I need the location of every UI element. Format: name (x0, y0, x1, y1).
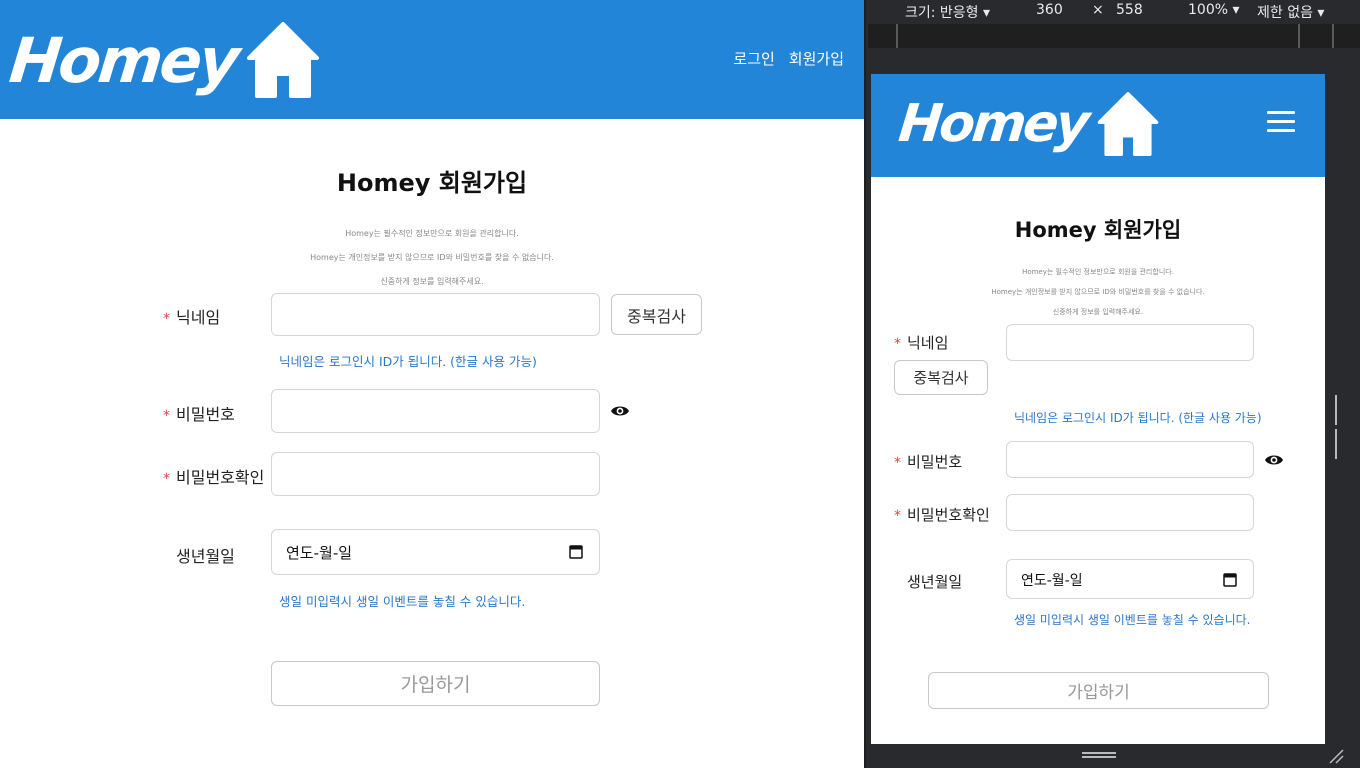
mobile-password-confirm-input[interactable] (1006, 494, 1254, 531)
password-confirm-input[interactable] (271, 452, 600, 496)
birthday-value: 연도-월-일 (286, 544, 353, 562)
mobile-signup-submit-button[interactable]: 가입하기 (928, 672, 1269, 709)
nickname-label-text: 닉네임 (907, 334, 949, 352)
media-query-ruler[interactable] (868, 24, 1360, 48)
birthday-value: 연도-월-일 (1021, 573, 1083, 589)
calendar-icon[interactable] (569, 544, 583, 559)
notice-line: 신중하게 정보를 입력해주세요. (380, 277, 484, 286)
mobile-birthday-hint: 생일 미입력시 생일 이벤트를 놓칠 수 있습니다. (1014, 613, 1251, 627)
dimensions-label: 크기: 반응형 (905, 5, 979, 21)
mobile-nickname-hint: 닉네임은 로그인시 ID가 됩니다. (한글 사용 가능) (1014, 411, 1262, 425)
notice-line: 신중하게 정보를 입력해주세요. (1052, 308, 1144, 316)
ruler-tick (1332, 24, 1334, 48)
notice-line: Homey는 개인정보를 받지 않으므로 ID와 비밀번호를 찾을 수 없습니다… (310, 253, 554, 262)
hamburger-menu-icon[interactable] (1267, 111, 1295, 138)
notice-text: Homey는 필수적인 정보만으로 회원을 관리합니다. Homey는 개인정보… (0, 222, 864, 294)
mobile-nickname-label: * 닉네임 (894, 332, 948, 353)
throttle-value: 제한 없음 (1257, 5, 1313, 21)
nickname-label: * 닉네임 (163, 304, 220, 328)
birthday-hint: 생일 미입력시 생일 이벤트를 놓칠 수 있습니다. (279, 594, 526, 609)
bottom-resize-handle[interactable] (1082, 752, 1116, 760)
house-icon (1097, 92, 1158, 156)
password-input[interactable] (271, 389, 600, 433)
mobile-birthday-label: 생년월일 (907, 573, 963, 591)
logo-text: Homey (6, 23, 241, 97)
notice-line: Homey는 개인정보를 받지 않으므로 ID와 비밀번호를 찾을 수 없습니다… (991, 288, 1205, 296)
nav-signup-link[interactable]: 회원가입 (789, 48, 844, 69)
ruler-tick (896, 24, 898, 48)
right-resize-handle[interactable] (1335, 395, 1341, 459)
top-nav: 로그인 회원가입 (733, 48, 844, 69)
mobile-logo[interactable]: Homey (895, 92, 1159, 156)
mobile-viewport: Homey Homey 회원가입 Homey는 필수적인 정보만으로 회원을 관… (871, 74, 1325, 744)
zoom-dropdown[interactable]: 100% ▾ (1188, 2, 1240, 18)
nickname-label-text: 닉네임 (176, 308, 221, 327)
device-toolbar: 크기: 반응형 ▾ 360 × 558 100% ▾ 제한 없음 ▾ (868, 0, 1360, 24)
password-confirm-label: * 비밀번호확인 (163, 464, 264, 488)
password-confirm-label-text: 비밀번호확인 (176, 468, 265, 487)
screen: Homey 로그인 회원가입 Homey 회원가입 Homey는 필수적인 정보… (0, 0, 1360, 768)
ruler-tick (1298, 24, 1300, 48)
dimensions-dropdown[interactable]: 크기: 반응형 ▾ (905, 2, 990, 22)
password-label-text: 비밀번호 (907, 453, 963, 471)
required-mark: * (894, 455, 901, 471)
house-icon (246, 22, 319, 98)
nickname-input[interactable] (271, 293, 600, 336)
mobile-password-input[interactable] (1006, 441, 1254, 478)
page-title: Homey 회원가입 (336, 169, 528, 197)
birthday-input[interactable]: 연도-월-일 (271, 529, 600, 575)
site-header: Homey 로그인 회원가입 (0, 0, 864, 119)
duplicate-check-button[interactable]: 중복검사 (611, 294, 702, 335)
required-mark: * (163, 408, 170, 424)
notice-line: Homey는 필수적인 정보만으로 회원을 관리합니다. (1022, 268, 1174, 276)
signup-submit-button[interactable]: 가입하기 (271, 661, 600, 706)
height-input[interactable]: 558 (1116, 2, 1143, 18)
mobile-password-label: * 비밀번호 (894, 451, 962, 472)
eye-icon[interactable] (1264, 452, 1284, 468)
mobile-nickname-input[interactable] (1006, 324, 1254, 361)
required-mark: * (163, 471, 170, 487)
mobile-page-title: Homey 회원가입 (1014, 218, 1182, 242)
desktop-viewport: Homey 로그인 회원가입 Homey 회원가입 Homey는 필수적인 정보… (0, 0, 866, 768)
times-symbol: × (1092, 2, 1104, 18)
birthday-label: 생년월일 (176, 547, 235, 566)
width-input[interactable]: 360 (1036, 2, 1063, 18)
nickname-hint: 닉네임은 로그인시 ID가 됩니다. (한글 사용 가능) (279, 354, 537, 369)
required-mark: * (894, 336, 901, 352)
required-mark: * (163, 311, 170, 327)
notice-line: Homey는 필수적인 정보만으로 회원을 관리합니다. (345, 229, 519, 238)
calendar-icon[interactable] (1223, 572, 1237, 587)
zoom-value: 100% (1188, 2, 1229, 18)
corner-resize-icon[interactable] (1328, 748, 1344, 764)
password-label-text: 비밀번호 (176, 405, 235, 424)
mobile-password-confirm-label: * 비밀번호확인 (894, 504, 990, 525)
required-mark: * (894, 508, 901, 524)
password-label: * 비밀번호 (163, 401, 235, 425)
mobile-duplicate-check-button[interactable]: 중복검사 (894, 360, 988, 395)
mobile-logo-text: Homey (895, 94, 1090, 154)
mobile-header: Homey (871, 74, 1325, 177)
throttle-dropdown[interactable]: 제한 없음 ▾ (1257, 2, 1324, 22)
password-confirm-label-text: 비밀번호확인 (907, 506, 990, 524)
mobile-birthday-input[interactable]: 연도-월-일 (1006, 559, 1254, 599)
nav-login-link[interactable]: 로그인 (733, 48, 774, 69)
eye-icon[interactable] (610, 403, 630, 419)
mobile-notice-text: Homey는 필수적인 정보만으로 회원을 관리합니다. Homey는 개인정보… (871, 262, 1325, 322)
logo[interactable]: Homey (6, 22, 319, 98)
